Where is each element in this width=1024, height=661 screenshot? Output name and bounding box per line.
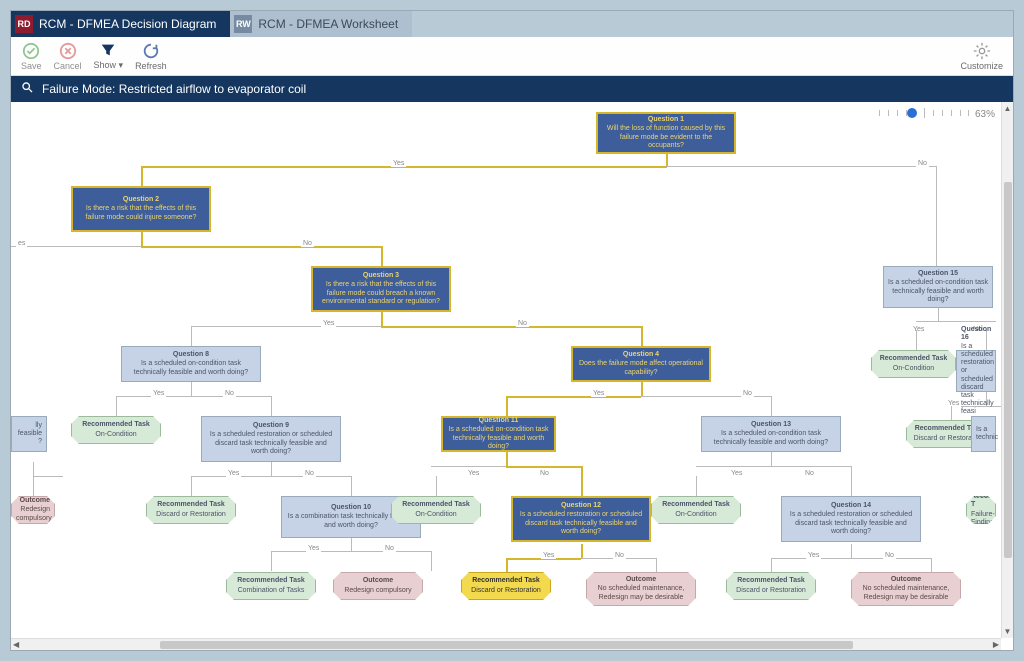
edge-label: No: [613, 552, 626, 559]
tab-label: RCM - DFMEA Decision Diagram: [39, 17, 216, 31]
edge-label: No: [383, 545, 396, 552]
task-combination[interactable]: Recommended TaskCombination of Tasks: [226, 572, 316, 600]
edge-label: Yes: [466, 470, 481, 477]
edge-label: Yes: [321, 320, 336, 327]
question-11[interactable]: Question 11Is a scheduled on-condition t…: [441, 416, 556, 452]
edge-label: No: [303, 470, 316, 477]
edge-label: Yes: [729, 470, 744, 477]
question-16[interactable]: Question 16Is a scheduled restoration or…: [956, 350, 996, 392]
edge-label: Yes: [591, 390, 606, 397]
question-8[interactable]: Question 8Is a scheduled on-condition ta…: [121, 346, 261, 382]
outcome-no-maintenance-1[interactable]: OutcomeNo scheduled maintenance, Redesig…: [586, 572, 696, 606]
task-on-condition-3[interactable]: Recommended TaskOn-Condition: [651, 496, 741, 524]
edge-label: No: [223, 390, 236, 397]
tab-label: RCM - DFMEA Worksheet: [258, 17, 398, 31]
question-edge-right[interactable]: Is a technic: [971, 416, 996, 452]
failure-mode-header: Failure Mode: Restricted airflow to evap…: [11, 76, 1013, 102]
edge-label: Yes: [806, 552, 821, 559]
cancel-icon: [59, 42, 77, 60]
question-3[interactable]: Question 3Is there a risk that the effec…: [311, 266, 451, 312]
search-icon: [21, 81, 34, 97]
scroll-down-icon[interactable]: ▼: [1002, 625, 1013, 638]
customize-button[interactable]: Customize: [960, 42, 1003, 71]
scroll-right-icon[interactable]: ▶: [991, 638, 1001, 650]
edge-label: Yes: [226, 470, 241, 477]
task-discard-restoration-1[interactable]: Recommended TaskDiscard or Restoration: [146, 496, 236, 524]
question-12[interactable]: Question 12Is a scheduled restoration or…: [511, 496, 651, 542]
task-discard-restoration-highlighted[interactable]: Recommended TaskDiscard or Restoration: [461, 572, 551, 600]
task-discard-restoration-3[interactable]: Recommended TaskDiscard or Restoration: [726, 572, 816, 600]
task-failure-finding[interactable]: Recommended TFailure-Finding: [966, 496, 996, 524]
question-1[interactable]: Question 1Will the loss of function caus…: [596, 112, 736, 154]
edge-label: No: [803, 470, 816, 477]
question-9[interactable]: Question 9Is a scheduled restoration or …: [201, 416, 341, 462]
zoom-slider[interactable]: [879, 108, 969, 120]
edge-label: No: [516, 320, 529, 327]
scrollbar-vertical[interactable]: ▲ ▼: [1001, 102, 1013, 638]
check-icon: [22, 42, 40, 60]
tab-decision-diagram[interactable]: RD RCM - DFMEA Decision Diagram: [11, 11, 230, 37]
question-edge-left[interactable]: lly feasible ?: [11, 416, 47, 452]
edge-label: Yes: [911, 326, 926, 333]
rd-icon: RD: [15, 15, 33, 33]
outcome-redesign-1[interactable]: OutcomeRedesign compulsory: [11, 496, 55, 524]
edge-label: Yes: [391, 160, 406, 167]
toolbar: Save Cancel Show ▾ Refresh Customize: [11, 37, 1013, 76]
edge-label: No: [301, 240, 314, 247]
edge-label: No: [916, 160, 929, 167]
question-2[interactable]: Question 2Is there a risk that the effec…: [71, 186, 211, 232]
edge-label: No: [741, 390, 754, 397]
edge-label: Yes: [541, 552, 556, 559]
outcome-redesign-2[interactable]: OutcomeRedesign compulsory: [333, 572, 423, 600]
scroll-up-icon[interactable]: ▲: [1002, 102, 1013, 115]
question-15[interactable]: Question 15Is a scheduled on-condition t…: [883, 266, 993, 308]
task-on-condition-4[interactable]: Recommended TaskOn-Condition: [871, 350, 956, 378]
question-13[interactable]: Question 13Is a scheduled on-condition t…: [701, 416, 841, 452]
zoom-thumb[interactable]: [907, 108, 917, 118]
scroll-left-icon[interactable]: ◀: [11, 638, 21, 650]
filter-icon: [99, 41, 117, 59]
diagram-canvas[interactable]: 63% Yes No es No Yes No Yes No Yes No Ye…: [11, 102, 1013, 650]
scrollbar-horizontal[interactable]: ◀ ▶: [11, 638, 1001, 650]
outcome-no-maintenance-2[interactable]: OutcomeNo scheduled maintenance, Redesig…: [851, 572, 961, 606]
header-text: Failure Mode: Restricted airflow to evap…: [42, 82, 306, 96]
rw-icon: RW: [234, 15, 252, 33]
refresh-button[interactable]: Refresh: [135, 42, 167, 71]
question-4[interactable]: Question 4Does the failure mode affect o…: [571, 346, 711, 382]
edge-label: Yes: [946, 400, 961, 407]
edge-label: No: [538, 470, 551, 477]
cancel-button[interactable]: Cancel: [54, 42, 82, 71]
zoom-value: 63%: [975, 109, 995, 120]
save-button[interactable]: Save: [21, 42, 42, 71]
tab-worksheet[interactable]: RW RCM - DFMEA Worksheet: [230, 11, 412, 37]
show-dropdown[interactable]: Show ▾: [94, 41, 124, 71]
gear-icon: [973, 42, 991, 60]
edge-label: No: [883, 552, 896, 559]
question-14[interactable]: Question 14Is a scheduled restoration or…: [781, 496, 921, 542]
refresh-icon: [142, 42, 160, 60]
task-on-condition-1[interactable]: Recommended TaskOn-Condition: [71, 416, 161, 444]
edge-label: Yes: [151, 390, 166, 397]
zoom-control[interactable]: 63%: [879, 108, 995, 120]
edge-label: Yes: [306, 545, 321, 552]
edge-label: es: [16, 240, 27, 247]
task-on-condition-2[interactable]: Recommended TaskOn-Condition: [391, 496, 481, 524]
tab-bar: RD RCM - DFMEA Decision Diagram RW RCM -…: [11, 11, 1013, 37]
